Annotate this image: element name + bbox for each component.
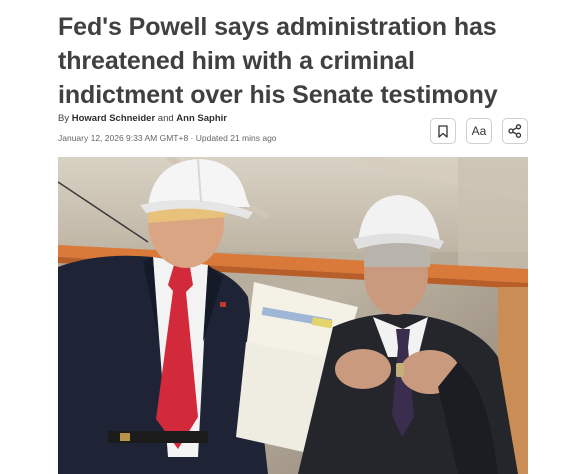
article-photo[interactable] bbox=[58, 157, 528, 474]
save-article-button[interactable] bbox=[430, 118, 456, 144]
text-size-label: Aa bbox=[471, 124, 487, 138]
article-headline: Fed's Powell says administration has thr… bbox=[58, 13, 498, 109]
article-actions: Aa bbox=[0, 118, 582, 146]
article-page: Fed's Powell says administration has thr… bbox=[0, 0, 582, 474]
share-icon bbox=[508, 124, 522, 138]
bookmark-icon bbox=[438, 124, 448, 138]
photo-illustration bbox=[58, 157, 528, 474]
text-size-button[interactable]: Aa bbox=[466, 118, 492, 144]
share-button[interactable] bbox=[502, 118, 528, 144]
